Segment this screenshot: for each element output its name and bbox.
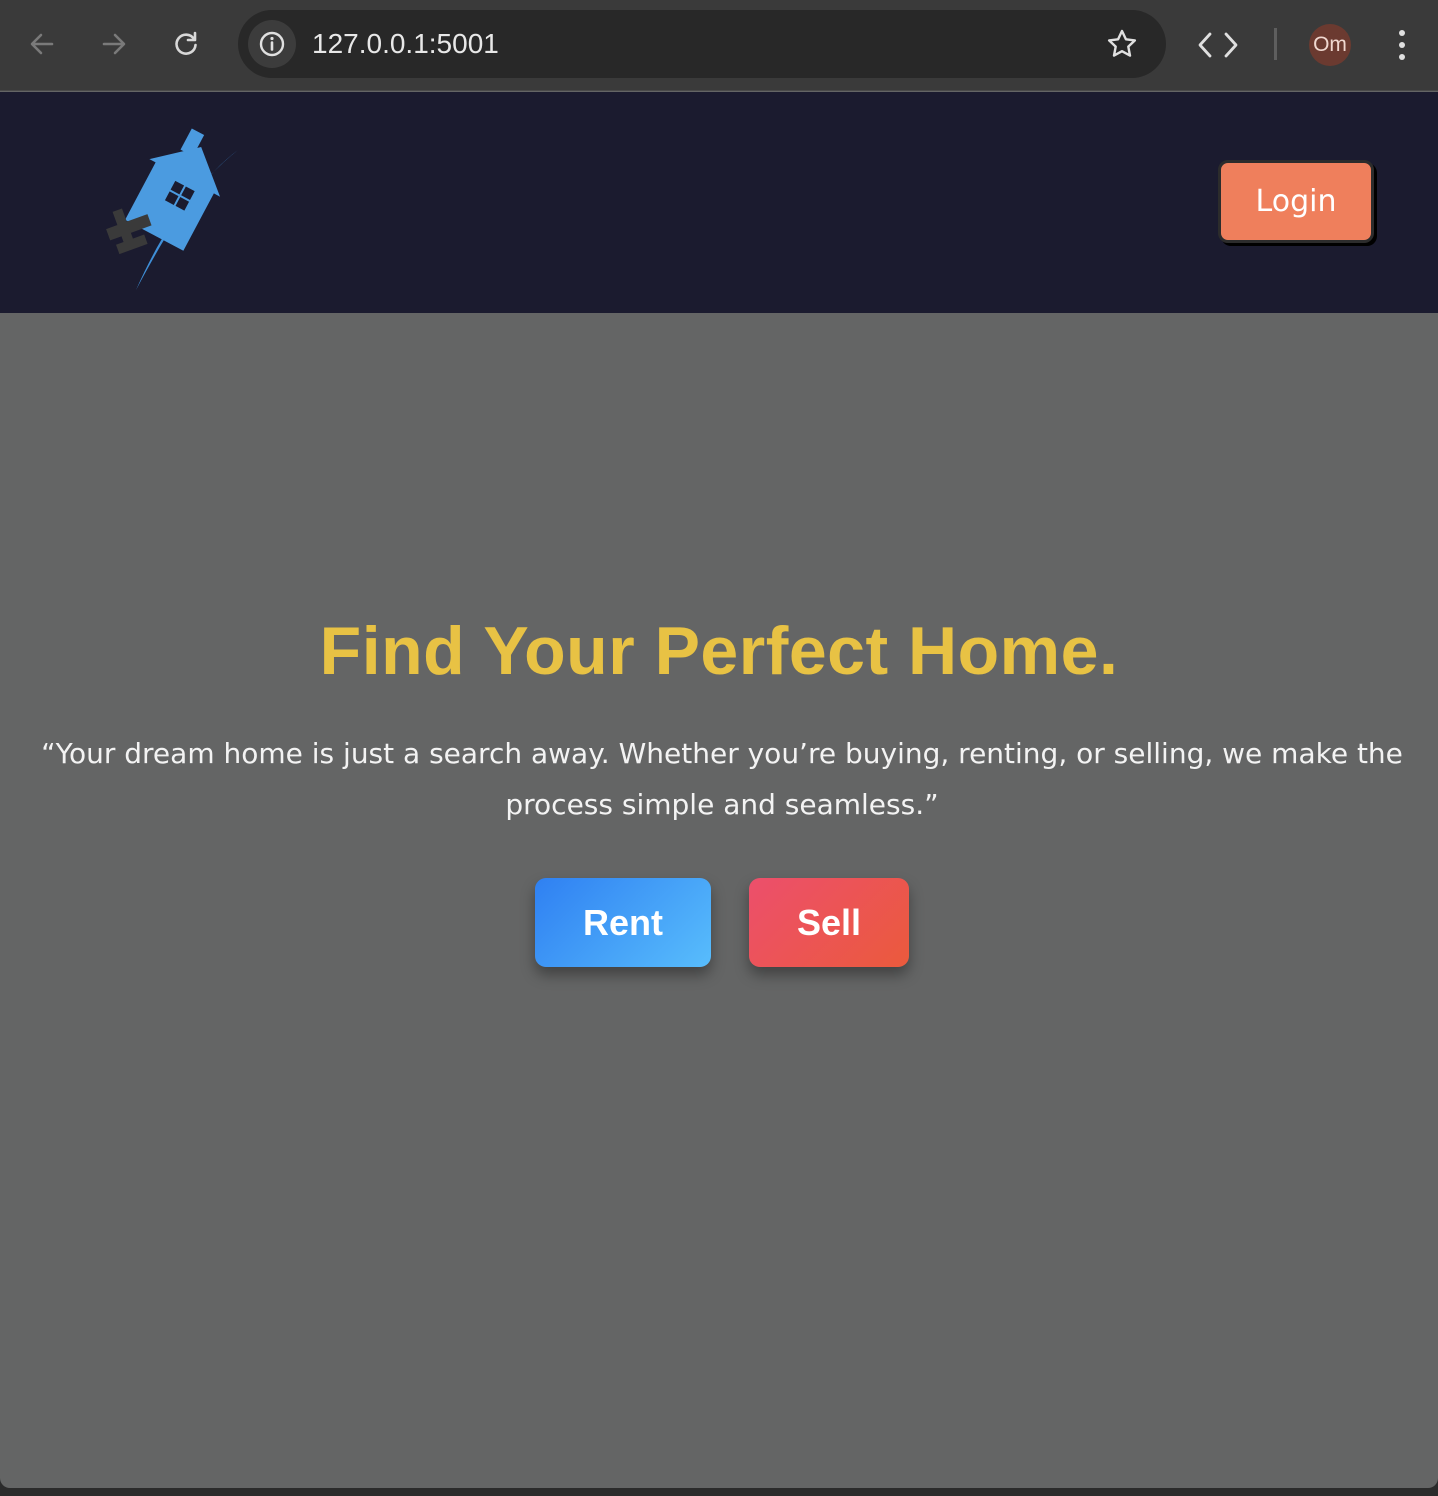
login-button[interactable]: Login [1218, 160, 1374, 243]
toolbar-divider [1274, 28, 1277, 60]
background-strip [0, 1488, 1438, 1496]
sell-button[interactable]: Sell [749, 878, 909, 967]
browser-window: 127.0.0.1:5001 Om Login Find Your Perfec… [0, 0, 1438, 1488]
code-icon[interactable] [1196, 28, 1240, 62]
url-text[interactable]: 127.0.0.1:5001 [312, 28, 499, 60]
kebab-menu-icon[interactable] [1388, 26, 1416, 64]
site-info-button[interactable] [248, 20, 296, 68]
address-bar[interactable]: 127.0.0.1:5001 [238, 10, 1166, 78]
back-button[interactable] [20, 22, 64, 66]
back-arrow-icon [30, 33, 54, 55]
forward-arrow-icon [102, 33, 126, 55]
house-logo-icon[interactable] [98, 120, 243, 295]
info-icon [259, 31, 285, 57]
reload-icon [175, 31, 197, 55]
hero-subtitle: “Your dream home is just a search away. … [41, 737, 1403, 821]
profile-avatar[interactable]: Om [1309, 24, 1351, 66]
browser-toolbar: 127.0.0.1:5001 Om [0, 0, 1438, 91]
forward-button[interactable] [92, 22, 136, 66]
rent-button[interactable]: Rent [535, 878, 711, 967]
site-header: Login [0, 92, 1438, 313]
reload-button[interactable] [164, 22, 208, 66]
hero-title: Find Your Perfect Home. [319, 613, 1119, 689]
star-icon[interactable] [1106, 28, 1138, 60]
